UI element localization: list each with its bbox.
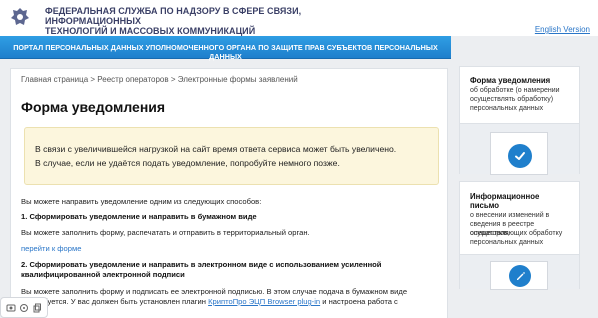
copy-icon[interactable] [31,302,43,314]
main-content: Главная страница > Реестр операторов > Э… [10,68,448,318]
english-version-link[interactable]: English Version [535,25,590,34]
card1-text-line2: осуществлять обработку) [470,96,554,103]
checkmark-icon [508,144,532,168]
agency-title-line2: ТЕХНОЛОГИЙ И МАССОВЫХ КОММУНИКАЦИЙ [45,26,256,36]
step2-text-line2: не требуется. У вас должен быть установл… [21,297,441,307]
site-header: ФЕДЕРАЛЬНАЯ СЛУЖБА ПО НАДЗОРУ В СФЕРЕ СВ… [0,0,598,36]
step2-title-line1: 2. Сформировать уведомление и направить … [21,260,382,269]
card1-illustration [460,123,579,175]
portal-banner: ПОРТАЛ ПЕРСОНАЛЬНЫХ ДАННЫХ УПОЛНОМОЧЕННО… [0,36,451,61]
step1-title: 1. Сформировать уведомление и направить … [21,212,257,221]
step1-text: Вы можете заполнить форму, распечатать и… [21,228,310,237]
lens-icon[interactable] [18,302,30,314]
card2-illustration [460,254,579,290]
floating-toolbar [0,297,48,318]
info-letter-card[interactable]: Информационное письмо о внесении изменен… [459,181,580,290]
go-to-form-link[interactable]: перейти к форме [21,244,441,254]
notice-line-2: В случае, если не удаётся подать уведомл… [35,158,340,168]
card2-title-line1: Информационное [470,192,540,201]
cryptopro-plugin-link[interactable]: КриптоПро ЭЦП Browser plug-in [208,297,320,306]
screenshot-icon[interactable] [5,302,17,314]
step2-text-line1: Вы можете заполнить форму и подписать ее… [21,287,408,296]
card1-text-line1: об обработке (о намерении [470,87,560,94]
pencil-icon [509,265,531,287]
portal-banner-text: ПОРТАЛ ПЕРСОНАЛЬНЫХ ДАННЫХ УПОЛНОМОЧЕННО… [13,43,438,61]
card2-text-line1: о внесении изменений в [470,212,550,219]
notice-box: В связи с увеличившейся нагрузкой на сай… [24,127,439,185]
step2-title-line2: квалифицированной электронной подписи [21,270,185,279]
card2-text-line3: осуществляющих обработку [470,230,563,237]
page-title: Форма уведомления [21,99,166,115]
card2-title-line2: письмо [470,201,500,210]
step2-text-after: и настроена работа с [320,297,398,306]
step2-text-before: не требуется. У вас должен быть установл… [21,297,209,306]
card2-text-line4: персональных данных [470,239,544,246]
notice-line-1: В связи с увеличившейся нагрузкой на сай… [35,144,397,154]
notification-form-card[interactable]: Форма уведомления об обработке (о намере… [459,66,580,175]
card1-text-line3: персональных данных [470,105,544,112]
breadcrumb[interactable]: Главная страница > Реестр операторов > Э… [21,75,298,84]
agency-title-line1: ФЕДЕРАЛЬНАЯ СЛУЖБА ПО НАДЗОРУ В СФЕРЕ СВ… [45,6,302,26]
card1-title: Форма уведомления [470,76,551,85]
intro-text: Вы можете направить уведомление одним из… [21,197,262,206]
agency-title[interactable]: ФЕДЕРАЛЬНАЯ СЛУЖБА ПО НАДЗОРУ В СФЕРЕ СВ… [45,6,345,36]
emblem-icon[interactable] [9,6,31,28]
